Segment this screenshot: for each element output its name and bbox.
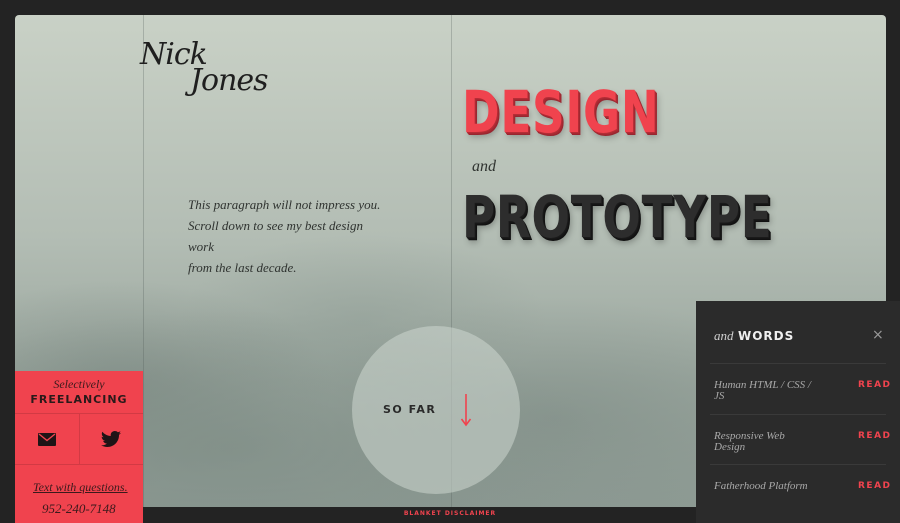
freelancing-label: FREELANCING [30, 393, 128, 406]
article-title: Human HTML / CSS / JS [714, 379, 811, 402]
hero-connector: and [472, 158, 496, 175]
intro-line: Scroll down to see my best design work [188, 218, 363, 254]
so-far-scroll-button[interactable]: SO FAR [352, 326, 520, 494]
article-title: Responsive Web Design [714, 430, 785, 453]
down-arrow-icon [460, 394, 472, 427]
words-panel-heading: and WORDS [714, 327, 794, 345]
intro-paragraph: This paragraph will not impress you. Scr… [188, 194, 388, 278]
text-questions-link[interactable]: Text with questions. [33, 480, 128, 495]
twitter-icon [101, 431, 122, 447]
intro-line: from the last decade. [188, 260, 297, 275]
read-link[interactable]: READ [858, 431, 892, 441]
blanket-disclaimer-link[interactable]: BLANKET DISCLAIMER [0, 510, 900, 517]
panel-title: WORDS [737, 329, 795, 343]
hero-heading-design: DESIGN [462, 78, 660, 146]
intro-line: This paragraph will not impress you. [188, 197, 381, 212]
contact-icons [15, 414, 143, 465]
site-logo[interactable]: Nick Jones [140, 40, 269, 96]
article-row[interactable]: Responsive Web Design READ [710, 414, 890, 465]
hero-heading-prototype: PROTOTYPE [462, 183, 773, 251]
panel-and-label: and [714, 328, 734, 343]
read-link[interactable]: READ [858, 481, 892, 491]
read-link[interactable]: READ [858, 380, 892, 390]
article-title: Fatherhood Platform [714, 480, 808, 492]
contact-sidebar: Selectively FREELANCING Text with questi… [15, 371, 143, 523]
close-icon[interactable]: × [872, 327, 884, 343]
article-row[interactable]: Fatherhood Platform READ [710, 464, 890, 515]
words-panel: and WORDS × Human HTML / CSS / JS READ R… [696, 301, 900, 523]
twitter-button[interactable] [78, 414, 144, 464]
article-row[interactable]: Human HTML / CSS / JS READ [710, 363, 890, 414]
freelancing-link[interactable]: Selectively FREELANCING [15, 371, 143, 414]
so-far-label: SO FAR [383, 403, 437, 416]
email-button[interactable] [15, 414, 79, 464]
selectively-label: Selectively [53, 377, 105, 391]
mail-icon [37, 432, 56, 446]
